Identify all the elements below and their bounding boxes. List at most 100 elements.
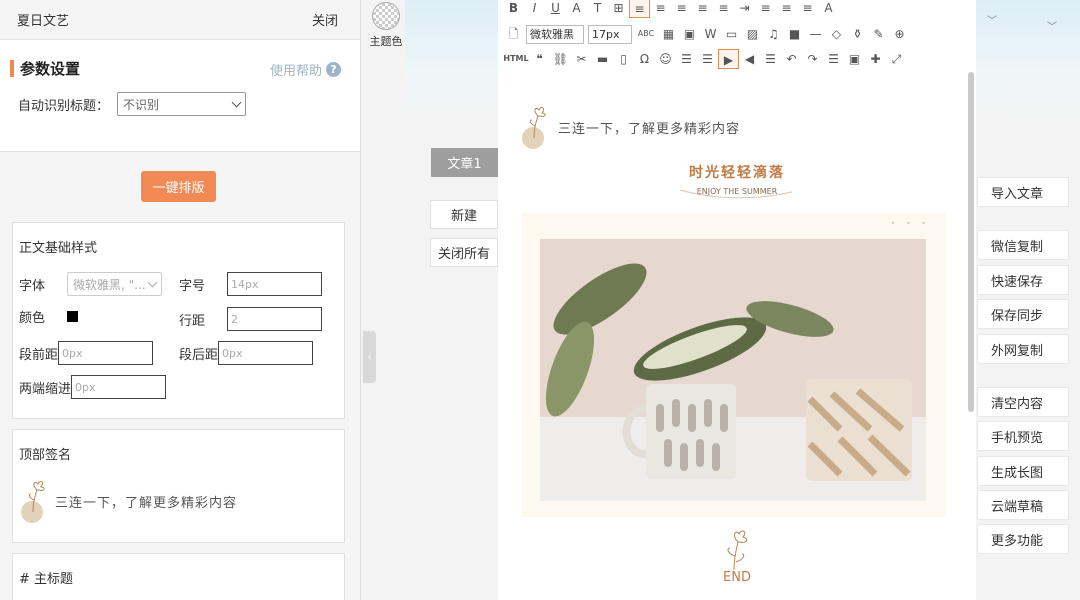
toolbar-button[interactable]: ▶ xyxy=(718,49,739,69)
toolbar-button[interactable]: ≡ xyxy=(755,0,776,18)
toolbar-button[interactable]: ⊕ xyxy=(889,24,910,44)
toolbar-button[interactable]: ✚ xyxy=(865,49,886,69)
dots-decoration: • • • xyxy=(890,219,930,228)
toolbar-button[interactable]: ☰ xyxy=(697,49,718,69)
end-label: END xyxy=(723,570,751,585)
content-signature[interactable]: 三连一下，了解更多精彩内容 xyxy=(520,104,740,150)
editor-scrollbar[interactable] xyxy=(968,72,974,412)
mugs-photo-illustration xyxy=(540,239,926,501)
new-article-button[interactable]: 新建 xyxy=(430,200,498,229)
palette-icon xyxy=(372,2,400,30)
body-style-card: 正文基础样式 字体 微软雅黑, "... 字号 14px 颜色 行距 2 段前距… xyxy=(12,222,345,419)
toolbar-button[interactable]: ≡ xyxy=(650,0,671,18)
font-family-dropdown[interactable]: 微软雅黑 xyxy=(526,24,584,44)
signature-text: 三连一下，了解更多精彩内容 xyxy=(55,495,238,511)
clear-content-button[interactable]: 清空内容 xyxy=(977,387,1069,417)
flower-icon xyxy=(21,480,45,523)
toolbar-button[interactable]: ▨ xyxy=(742,24,763,44)
flower-icon xyxy=(522,106,546,149)
toolbar-button[interactable]: ↷ xyxy=(802,49,823,69)
toolbar-button[interactable]: ▭ xyxy=(721,24,742,44)
close-button[interactable]: 关闭 xyxy=(312,10,338,29)
toolbar-button[interactable]: ◇ xyxy=(826,24,847,44)
font-size-dropdown-value: 17px xyxy=(592,27,620,41)
toolbar-button[interactable]: ✎ xyxy=(868,24,889,44)
toolbar-button[interactable]: ☰ xyxy=(823,49,844,69)
chevron-down-icon xyxy=(147,277,158,287)
document-icon[interactable]: 🗋 xyxy=(503,24,524,44)
wechat-copy-button[interactable]: 微信复制 xyxy=(977,230,1069,260)
space-after-input[interactable]: 0px xyxy=(218,341,314,365)
quick-save-button[interactable]: 快速保存 xyxy=(977,265,1069,295)
toolbar-button[interactable]: ≡ xyxy=(671,0,692,18)
toolbar-button[interactable]: ≡ xyxy=(692,0,713,18)
space-before-input[interactable]: 0px xyxy=(58,341,154,365)
color-swatch[interactable] xyxy=(67,311,78,322)
auto-title-row: 自动识别标题： 不识别 xyxy=(18,92,247,116)
card-title: 正文基础样式 xyxy=(19,241,98,256)
cloud-draft-button[interactable]: 云端草稿 xyxy=(977,490,1069,520)
toolbar-button[interactable]: ▣ xyxy=(679,24,700,44)
toolbar-button[interactable]: ⚱ xyxy=(847,24,868,44)
top-signature-card[interactable]: 顶部签名 三连一下，了解更多精彩内容 xyxy=(12,429,345,543)
main-heading-card[interactable]: # 主标题 xyxy=(12,553,345,600)
toolbar-button[interactable]: ↶ xyxy=(781,49,802,69)
toolbar-button[interactable]: Ω xyxy=(634,49,655,69)
generate-long-image-button[interactable]: 生成长图 xyxy=(977,456,1069,486)
tab-article-1[interactable]: 文章1 xyxy=(431,148,498,177)
bird-icon: ﹀ xyxy=(987,16,997,27)
toolbar-button[interactable]: ☰ xyxy=(676,49,697,69)
help-label: 使用帮助 xyxy=(269,64,322,79)
mobile-preview-button[interactable]: 手机预览 xyxy=(977,421,1069,451)
size-row: 字号 14px xyxy=(179,272,322,296)
toolbar-button[interactable]: ☰ xyxy=(760,49,781,69)
line-height-input[interactable]: 2 xyxy=(227,307,322,331)
toolbar-button[interactable]: ≡ xyxy=(776,0,797,18)
save-sync-button[interactable]: 保存同步 xyxy=(977,299,1069,329)
toolbar-button[interactable]: HTML xyxy=(503,49,529,69)
close-all-button[interactable]: 关闭所有 xyxy=(430,238,498,267)
theme-color-button[interactable]: 主题色 xyxy=(366,2,406,49)
auto-title-select[interactable]: 不识别 xyxy=(117,92,247,116)
toolbar-button[interactable]: B xyxy=(503,0,524,18)
more-functions-button[interactable]: 更多功能 xyxy=(977,524,1069,554)
toolbar-button[interactable]: ≡ xyxy=(629,0,650,18)
content-heading[interactable]: 时光轻轻滴落 xyxy=(498,162,976,182)
toolbar-button[interactable]: I xyxy=(524,0,545,18)
import-article-button[interactable]: 导入文章 xyxy=(977,177,1069,207)
toolbar-button[interactable]: ▦ xyxy=(658,24,679,44)
color-row: 颜色 xyxy=(19,307,78,326)
content-subheading: ENJOY THE SUMMER xyxy=(696,187,778,196)
toolbar-button[interactable]: ≡ xyxy=(797,0,818,18)
toolbar-button[interactable]: ⤢ xyxy=(886,49,907,69)
toolbar-button[interactable]: — xyxy=(805,24,826,44)
toolbar-button[interactable]: ≡ xyxy=(713,0,734,18)
toolbar-button[interactable]: A xyxy=(818,0,839,18)
toolbar-button[interactable]: ▣ xyxy=(844,49,865,69)
toolbar-button[interactable]: ♫ xyxy=(763,24,784,44)
content-image[interactable] xyxy=(540,239,926,501)
toolbar-button[interactable]: ▯ xyxy=(613,49,634,69)
toolbar-button[interactable]: ⇥ xyxy=(734,0,755,18)
font-size-dropdown[interactable]: 17px xyxy=(588,24,632,44)
collapse-panel-handle[interactable]: ‹ xyxy=(363,331,376,383)
toolbar-button[interactable]: ■ xyxy=(784,24,805,44)
toolbar-button[interactable]: ⛓ xyxy=(550,49,571,69)
one-click-format-button[interactable]: 一键排版 xyxy=(141,171,216,202)
indent-input[interactable]: 0px xyxy=(71,375,167,399)
toolbar-button[interactable]: ❝ xyxy=(529,49,550,69)
toolbar-button[interactable]: ABC xyxy=(634,24,658,44)
toolbar-button[interactable]: ⊞ xyxy=(608,0,629,18)
toolbar-button[interactable]: ▬ xyxy=(592,49,613,69)
font-size-input[interactable]: 14px xyxy=(227,272,322,296)
toolbar-button[interactable]: A xyxy=(566,0,587,18)
toolbar-button[interactable]: ◀ xyxy=(739,49,760,69)
toolbar-button[interactable]: W xyxy=(700,24,721,44)
font-family-select[interactable]: 微软雅黑, "... xyxy=(67,272,162,296)
toolbar-button[interactable]: U xyxy=(545,0,566,18)
toolbar-button[interactable]: T xyxy=(587,0,608,18)
toolbar-button[interactable]: ☺ xyxy=(655,49,676,69)
toolbar-button[interactable]: ✂ xyxy=(571,49,592,69)
external-copy-button[interactable]: 外网复制 xyxy=(977,334,1069,364)
help-link[interactable]: 使用帮助 ? xyxy=(270,60,341,79)
